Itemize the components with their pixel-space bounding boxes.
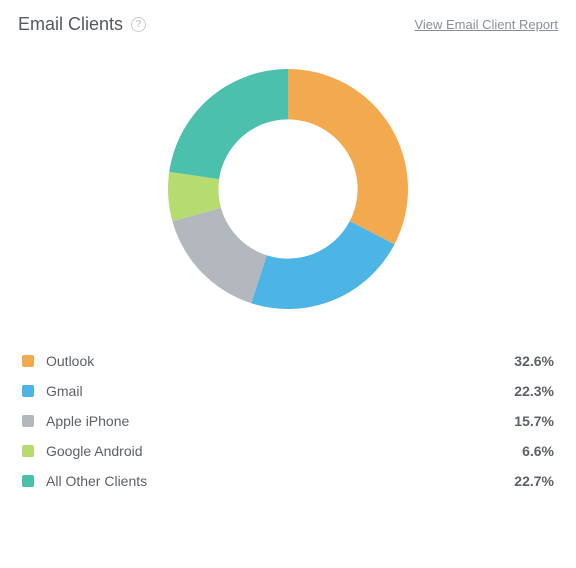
legend-value: 6.6% [522,443,554,459]
legend-row: Google Android6.6% [22,443,554,459]
legend-label: Gmail [46,383,514,399]
legend: Outlook32.6%Gmail22.3%Apple iPhone15.7%G… [18,353,558,497]
legend-swatch [22,415,34,427]
legend-value: 15.7% [514,413,554,429]
title-wrap: Email Clients ? [18,14,146,35]
donut-chart-area [18,59,558,319]
donut-chart [158,59,418,319]
legend-value: 32.6% [514,353,554,369]
legend-swatch [22,355,34,367]
legend-row: All Other Clients22.7% [22,473,554,489]
donut-slice [251,221,394,309]
donut-slice [169,69,288,179]
legend-label: Google Android [46,443,522,459]
donut-slice [172,208,266,304]
legend-label: Apple iPhone [46,413,514,429]
legend-label: All Other Clients [46,473,514,489]
view-report-link[interactable]: View Email Client Report [414,17,558,32]
legend-row: Apple iPhone15.7% [22,413,554,429]
donut-slice [288,69,408,244]
legend-row: Outlook32.6% [22,353,554,369]
help-icon[interactable]: ? [131,17,146,32]
legend-swatch [22,385,34,397]
page-title: Email Clients [18,14,123,35]
legend-label: Outlook [46,353,514,369]
legend-row: Gmail22.3% [22,383,554,399]
legend-value: 22.3% [514,383,554,399]
legend-value: 22.7% [514,473,554,489]
legend-swatch [22,475,34,487]
header: Email Clients ? View Email Client Report [18,14,558,35]
legend-swatch [22,445,34,457]
